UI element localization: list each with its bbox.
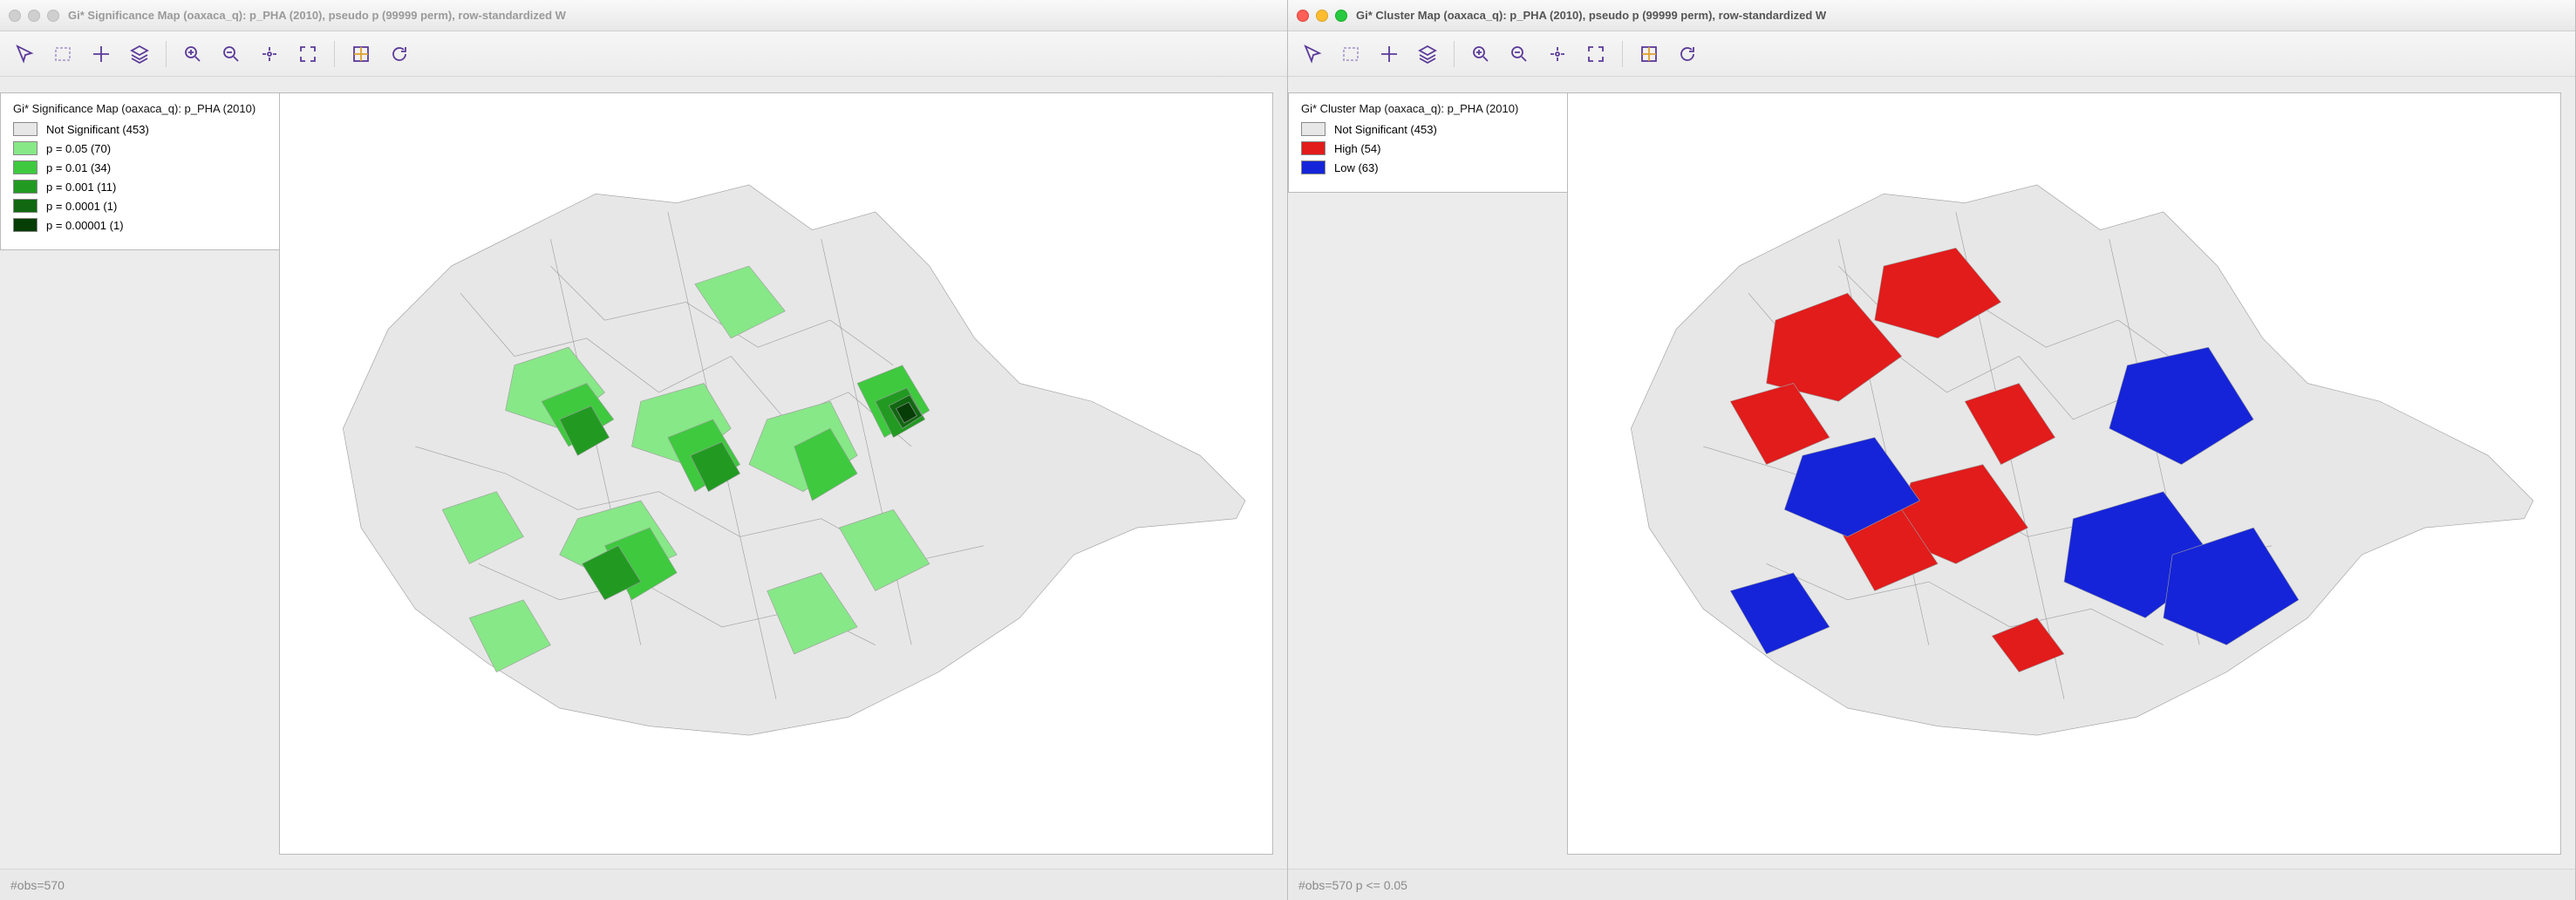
window-controls — [9, 10, 59, 22]
titlebar[interactable]: Gi* Significance Map (oaxaca_q): p_PHA (… — [0, 0, 1287, 31]
legend-title: Gi* Significance Map (oaxaca_q): p_PHA (… — [13, 102, 301, 115]
legend-label: p = 0.01 (34) — [46, 161, 111, 174]
toolbar-separator — [166, 41, 167, 67]
legend-label: High (54) — [1334, 142, 1380, 155]
pan-tool[interactable] — [1372, 38, 1407, 70]
pan-tool[interactable] — [84, 38, 119, 70]
legend-item[interactable]: Low (63) — [1301, 160, 1589, 174]
significance-map-window: Gi* Significance Map (oaxaca_q): p_PHA (… — [0, 0, 1288, 900]
legend-label: Not Significant (453) — [1334, 123, 1437, 136]
pointer-tool[interactable] — [7, 38, 42, 70]
legend-label: p = 0.001 (11) — [46, 181, 116, 194]
zoom-icon[interactable] — [47, 10, 59, 22]
legend-label: Low (63) — [1334, 161, 1379, 174]
legend-item[interactable]: p = 0.00001 (1) — [13, 218, 301, 232]
statusbar: #obs=570 — [0, 869, 1287, 900]
status-text: #obs=570 p <= 0.05 — [1298, 878, 1407, 892]
status-text: #obs=570 — [10, 878, 65, 892]
legend-item[interactable]: p = 0.01 (34) — [13, 160, 301, 174]
fit-tool[interactable] — [1540, 38, 1575, 70]
minimize-icon[interactable] — [28, 10, 40, 22]
select-rect-tool[interactable] — [1333, 38, 1368, 70]
legend-item[interactable]: p = 0.05 (70) — [13, 141, 301, 155]
refresh-tool[interactable] — [382, 38, 417, 70]
refresh-tool[interactable] — [1670, 38, 1705, 70]
close-icon[interactable] — [1297, 10, 1309, 22]
toolbar-separator — [1622, 41, 1623, 67]
legend-label: p = 0.00001 (1) — [46, 219, 124, 232]
legend-item[interactable]: p = 0.001 (11) — [13, 180, 301, 194]
zoom-icon[interactable] — [1335, 10, 1347, 22]
titlebar[interactable]: Gi* Cluster Map (oaxaca_q): p_PHA (2010)… — [1288, 0, 2575, 31]
zoom-in-tool[interactable] — [1463, 38, 1498, 70]
toolbar — [0, 31, 1287, 77]
legend-item[interactable]: Not Significant (453) — [13, 122, 301, 136]
legend-label: p = 0.05 (70) — [46, 142, 111, 155]
basemap-tool[interactable] — [1632, 38, 1666, 70]
statusbar: #obs=570 p <= 0.05 — [1288, 869, 2575, 900]
map-content: Gi* Significance Map (oaxaca_q): p_PHA (… — [0, 77, 1287, 869]
legend-item[interactable]: Not Significant (453) — [1301, 122, 1589, 136]
window-controls — [1297, 10, 1347, 22]
map-canvas[interactable] — [1567, 92, 2561, 855]
zoom-out-tool[interactable] — [1502, 38, 1537, 70]
full-extent-tool[interactable] — [290, 38, 325, 70]
legend-panel: Gi* Cluster Map (oaxaca_q): p_PHA (2010)… — [1288, 92, 1602, 193]
legend-title: Gi* Cluster Map (oaxaca_q): p_PHA (2010) — [1301, 102, 1589, 115]
legend-panel: Gi* Significance Map (oaxaca_q): p_PHA (… — [0, 92, 314, 250]
legend-label: Not Significant (453) — [46, 123, 149, 136]
map-svg — [280, 93, 1272, 854]
toolbar-separator — [334, 41, 335, 67]
basemap-tool[interactable] — [344, 38, 378, 70]
layers-tool[interactable] — [122, 38, 157, 70]
pointer-tool[interactable] — [1295, 38, 1330, 70]
toolbar — [1288, 31, 2575, 77]
legend-label: p = 0.0001 (1) — [46, 200, 117, 213]
legend-item[interactable]: High (54) — [1301, 141, 1589, 155]
map-content: Gi* Cluster Map (oaxaca_q): p_PHA (2010)… — [1288, 77, 2575, 869]
legend-item[interactable]: p = 0.0001 (1) — [13, 199, 301, 213]
toolbar-separator — [1454, 41, 1455, 67]
cluster-map-window: Gi* Cluster Map (oaxaca_q): p_PHA (2010)… — [1288, 0, 2576, 900]
map-svg — [1568, 93, 2560, 854]
layers-tool[interactable] — [1410, 38, 1445, 70]
select-rect-tool[interactable] — [45, 38, 80, 70]
full-extent-tool[interactable] — [1578, 38, 1613, 70]
window-title: Gi* Significance Map (oaxaca_q): p_PHA (… — [68, 9, 566, 22]
zoom-in-tool[interactable] — [175, 38, 210, 70]
fit-tool[interactable] — [252, 38, 287, 70]
minimize-icon[interactable] — [1316, 10, 1328, 22]
close-icon[interactable] — [9, 10, 21, 22]
zoom-out-tool[interactable] — [214, 38, 249, 70]
map-canvas[interactable] — [279, 92, 1273, 855]
window-title: Gi* Cluster Map (oaxaca_q): p_PHA (2010)… — [1356, 9, 1826, 22]
